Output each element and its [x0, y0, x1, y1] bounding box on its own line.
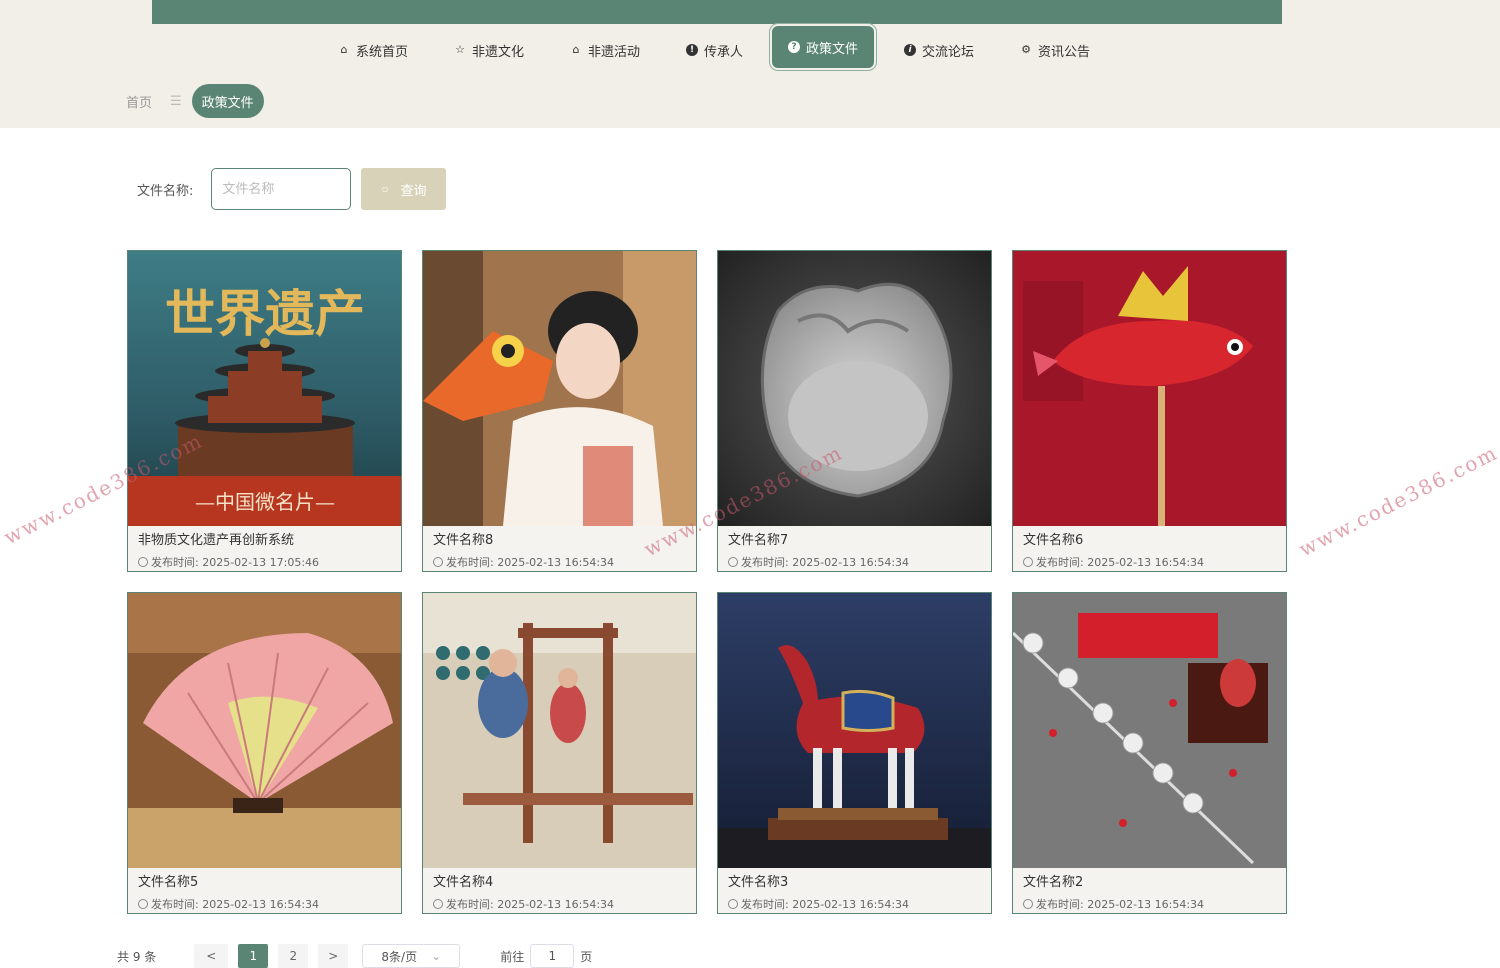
search-button-label: 查询 — [400, 182, 427, 198]
clock-icon — [1023, 899, 1033, 909]
next-page-button[interactable]: > — [318, 944, 349, 968]
nav-label: 政策文件 — [806, 41, 859, 57]
nav-item-home[interactable]: ⌂ 系统首页 — [338, 30, 409, 70]
card-image-jade-carving — [718, 251, 991, 526]
card-title: 文件名称6 — [1023, 533, 1084, 548]
nav-label: 资讯公告 — [1038, 44, 1091, 60]
card-title: 文件名称8 — [433, 533, 494, 548]
file-card[interactable]: 文件名称4 发布时间: 2025-02-13 16:54:34 — [422, 592, 697, 914]
breadcrumb-current: 政策文件 — [191, 84, 264, 118]
card-date: 发布时间: 2025-02-13 16:54:34 — [433, 554, 614, 570]
nav-label: 非遗活动 — [588, 44, 641, 60]
card-date: 发布时间: 2025-02-13 16:54:34 — [1023, 896, 1204, 912]
card-title: 文件名称4 — [433, 875, 494, 890]
nav-item-news[interactable]: ⚙ 资讯公告 — [1020, 30, 1090, 70]
breadcrumb: 首页 ☰ 政策文件 — [126, 84, 264, 118]
card-title: 文件名称2 — [1023, 875, 1084, 890]
card-image-subcaption: —中国微名片— — [195, 490, 335, 514]
card-image-folding-fan — [128, 593, 401, 868]
card-title: 文件名称3 — [728, 875, 789, 890]
card-date: 发布时间: 2025-02-13 16:54:34 — [1023, 554, 1204, 570]
file-card[interactable]: 文件名称7 发布时间: 2025-02-13 16:54:34 — [717, 250, 992, 572]
card-date: 发布时间: 2025-02-13 16:54:34 — [728, 896, 909, 912]
main-nav: ⌂ 系统首页 ☆ 非遗文化 ⌂ 非遗活动 ! 传承人 ? 政策文件 i 交流论坛… — [0, 26, 1500, 70]
card-image-fish-lantern — [1013, 251, 1286, 526]
search-bar: 文件名称: ○ 查询 — [137, 168, 447, 210]
card-title: 文件名称7 — [728, 533, 789, 548]
card-title: 文件名称5 — [138, 875, 199, 890]
clock-icon — [433, 899, 443, 909]
info-icon: i — [904, 44, 916, 56]
question-icon: ? — [788, 41, 800, 53]
card-image-heritage: 世界遗产 —中国微名片— — [128, 251, 401, 526]
search-label: 文件名称: — [137, 183, 194, 199]
search-button[interactable]: ○ 查询 — [361, 168, 447, 210]
page-size-select[interactable]: 8条/页 ⌄ — [362, 944, 461, 968]
goto-label: 前往 — [500, 949, 525, 964]
card-image-weaving-loom — [423, 593, 696, 868]
nav-item-forum[interactable]: i 交流论坛 — [904, 30, 974, 70]
card-title: 非物质文化遗产再创新系统 — [138, 533, 295, 548]
card-image-caption: 世界遗产 — [165, 284, 365, 343]
watermark: www.code386.com — [1295, 440, 1500, 562]
gear-icon: ⚙ — [1021, 43, 1031, 56]
clock-icon — [728, 899, 738, 909]
chevron-down-icon: ⌄ — [431, 949, 442, 963]
card-image-tang-horse — [718, 593, 991, 868]
nav-item-activities[interactable]: ⌂ 非遗活动 — [570, 30, 641, 70]
page-button-2[interactable]: 2 — [278, 944, 309, 968]
nav-label: 非遗文化 — [472, 44, 525, 60]
card-date: 发布时间: 2025-02-13 16:54:34 — [138, 896, 319, 912]
nav-item-policy[interactable]: ? 政策文件 — [772, 26, 875, 68]
clock-icon — [433, 557, 443, 567]
goto-page-input[interactable] — [530, 944, 575, 968]
file-card[interactable]: 文件名称8 发布时间: 2025-02-13 16:54:34 — [422, 250, 697, 572]
clock-icon — [728, 557, 738, 567]
file-card[interactable]: 文件名称3 发布时间: 2025-02-13 16:54:34 — [717, 592, 992, 914]
exclamation-icon: ! — [686, 44, 698, 56]
card-image-opera-masks — [1013, 593, 1286, 868]
top-banner-bar — [152, 0, 1282, 24]
card-date: 发布时间: 2025-02-13 16:54:34 — [728, 554, 909, 570]
nav-label: 系统首页 — [356, 44, 409, 60]
file-card[interactable]: 文件名称5 发布时间: 2025-02-13 16:54:34 — [127, 592, 402, 914]
breadcrumb-home[interactable]: 首页 — [126, 92, 152, 111]
file-card[interactable]: 文件名称2 发布时间: 2025-02-13 16:54:34 — [1012, 592, 1287, 914]
home-icon: ⌂ — [340, 43, 348, 56]
search-icon: ○ — [381, 182, 389, 196]
prev-page-button[interactable]: < — [194, 944, 229, 968]
card-image-kite-girl — [423, 251, 696, 526]
file-card[interactable]: 文件名称6 发布时间: 2025-02-13 16:54:34 — [1012, 250, 1287, 572]
nav-label: 传承人 — [704, 44, 744, 60]
breadcrumb-separator-icon: ☰ — [170, 93, 182, 109]
clock-icon — [138, 557, 148, 567]
nav-item-inheritors[interactable]: ! 传承人 — [686, 30, 743, 70]
pagination: 共 9 条 < 1 2 > 8条/页⌄ 前往 页 — [117, 944, 592, 968]
page-button-1[interactable]: 1 — [238, 944, 269, 968]
nav-label: 交流论坛 — [922, 44, 975, 60]
bag-icon: ⌂ — [572, 43, 580, 56]
goto-suffix: 页 — [580, 949, 593, 964]
clock-icon — [138, 899, 148, 909]
card-date: 发布时间: 2025-02-13 16:54:34 — [433, 896, 614, 912]
pagination-total: 共 9 条 — [117, 949, 157, 964]
clock-icon — [1023, 557, 1033, 567]
search-input[interactable] — [211, 168, 352, 210]
star-icon: ☆ — [455, 43, 465, 56]
nav-item-culture[interactable]: ☆ 非遗文化 — [454, 30, 524, 70]
file-card[interactable]: 世界遗产 —中国微名片— 非物质文化遗产再创新系统 发布时间: 2025-02-… — [127, 250, 402, 572]
card-date: 发布时间: 2025-02-13 17:05:46 — [138, 554, 319, 570]
